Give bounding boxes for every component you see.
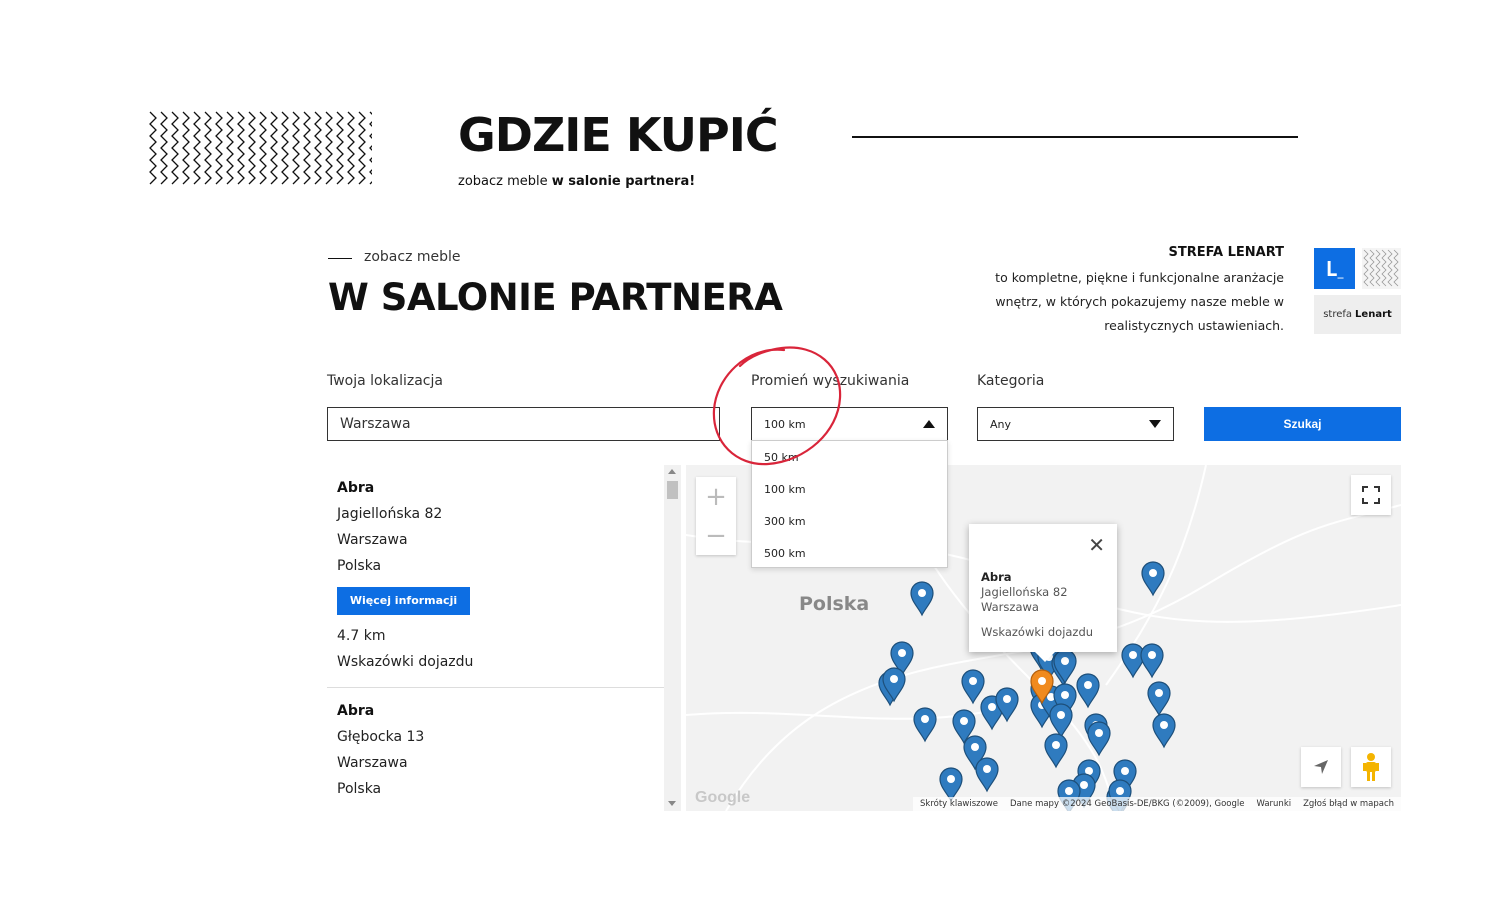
scroll-up-icon[interactable]: [668, 469, 676, 474]
map-pin-icon[interactable]: [1044, 733, 1068, 769]
category-selected-value: Any: [990, 417, 1012, 431]
map-pin-icon[interactable]: [1053, 649, 1077, 685]
results-list[interactable]: Abra Jagiellońska 82 Warszawa Polska Wię…: [327, 465, 681, 811]
store-country: Polska: [337, 781, 382, 797]
map-attribution: Skróty klawiszowe Dane mapy ©2024 GeoBas…: [913, 797, 1401, 811]
radius-option[interactable]: 500 km: [752, 537, 947, 569]
zoom-control: + −: [696, 477, 736, 555]
section-eyebrow: zobacz meble: [364, 249, 461, 265]
map-pin-icon[interactable]: [1087, 721, 1111, 757]
google-logo: Google: [695, 789, 751, 806]
directions-link[interactable]: Wskazówki dojazdu: [337, 649, 671, 675]
store-city: Warszawa: [337, 532, 408, 548]
zoom-in-button[interactable]: +: [696, 477, 736, 516]
map-pin-icon[interactable]: [1049, 703, 1073, 739]
caret-up-icon: [923, 420, 935, 428]
map-pin-icon[interactable]: [913, 707, 937, 743]
map-pin-icon[interactable]: [961, 669, 985, 705]
radius-option[interactable]: 50 km: [752, 441, 947, 473]
caret-down-icon: [1149, 420, 1161, 428]
page-subtitle: zobacz meble w salonie partnera!: [458, 174, 696, 189]
radius-select[interactable]: 100 km: [751, 407, 948, 441]
store-distance: 4.7 km: [337, 628, 386, 644]
pegman-icon: [1363, 753, 1379, 781]
terms-link[interactable]: Warunki: [1256, 799, 1291, 809]
strefa-title: STREFA LENART: [1168, 245, 1285, 260]
map-pin-icon[interactable]: [1140, 643, 1164, 679]
strefa-description: to kompletne, piękne i funkcjonalne aran…: [995, 270, 1284, 333]
page-title: GDZIE KUPIĆ: [458, 108, 779, 162]
strefa-logo-pattern: [1362, 248, 1401, 289]
store-name: Abra: [337, 480, 375, 496]
info-store-street: Jagiellońska 82: [981, 585, 1068, 599]
fullscreen-button[interactable]: [1351, 475, 1391, 515]
close-icon[interactable]: ✕: [1088, 535, 1105, 555]
radius-label: Promień wyszukiwania: [751, 373, 910, 389]
store-street: Głębocka 13: [337, 729, 425, 745]
strefa-logo-text[interactable]: strefa Lenart: [1314, 295, 1401, 334]
radius-option[interactable]: 100 km: [752, 473, 947, 505]
zoom-out-button[interactable]: −: [696, 516, 736, 555]
store-street: Jagiellońska 82: [337, 506, 443, 522]
map-pin-icon[interactable]: [975, 757, 999, 793]
my-location-button[interactable]: [1301, 747, 1341, 787]
search-button[interactable]: Szukaj: [1204, 407, 1401, 441]
store-country: Polska: [337, 558, 382, 574]
report-error-link[interactable]: Zgłoś błąd w mapach: [1303, 799, 1394, 809]
info-directions-link[interactable]: Wskazówki dojazdu: [981, 625, 1105, 640]
list-item: Abra Jagiellońska 82 Warszawa Polska Wię…: [327, 465, 681, 687]
map-pin-icon[interactable]: [1141, 561, 1165, 597]
location-label: Twoja lokalizacja: [327, 373, 443, 389]
scroll-thumb[interactable]: [667, 481, 678, 499]
map-pin-icon[interactable]: [1152, 713, 1176, 749]
map-info-window: ✕ Abra Jagiellońska 82 Warszawa Wskazówk…: [969, 524, 1117, 662]
radius-option[interactable]: 300 km: [752, 505, 947, 537]
info-store-name: Abra: [981, 570, 1012, 584]
hero-divider: [852, 136, 1298, 138]
map-pin-icon[interactable]: [1076, 673, 1100, 709]
location-input[interactable]: Warszawa: [327, 407, 720, 441]
radius-selected-value: 100 km: [764, 417, 806, 431]
store-city: Warszawa: [337, 755, 408, 771]
keyboard-shortcuts-link[interactable]: Skróty klawiszowe: [920, 799, 998, 809]
zigzag-pattern-decoration: [148, 110, 372, 188]
eyebrow-line: [328, 258, 352, 259]
list-scrollbar[interactable]: [664, 465, 681, 811]
more-info-button[interactable]: Więcej informacji: [337, 587, 470, 615]
navigation-arrow-icon: [1314, 760, 1328, 774]
map-pin-icon[interactable]: [1147, 681, 1171, 717]
map-data-credit: Dane mapy ©2024 GeoBasis-DE/BKG (©2009),…: [1010, 799, 1245, 809]
radius-dropdown[interactable]: 50 km 100 km 300 km 500 km: [751, 440, 948, 568]
street-view-button[interactable]: [1351, 747, 1391, 787]
info-window-tail: [1035, 652, 1055, 662]
category-label: Kategoria: [977, 373, 1045, 389]
section-title: W SALONIE PARTNERA: [328, 276, 783, 319]
fullscreen-icon: [1362, 486, 1380, 504]
strefa-logo-mark[interactable]: L _: [1314, 248, 1355, 289]
map-pin-icon[interactable]: [1121, 643, 1145, 679]
category-select[interactable]: Any: [977, 407, 1174, 441]
list-item: Abra Głębocka 13 Warszawa Polska: [327, 688, 681, 811]
scroll-down-icon[interactable]: [668, 801, 676, 806]
map-pin-icon[interactable]: [910, 581, 934, 617]
info-store-city: Warszawa: [981, 600, 1039, 614]
store-name: Abra: [337, 703, 375, 719]
